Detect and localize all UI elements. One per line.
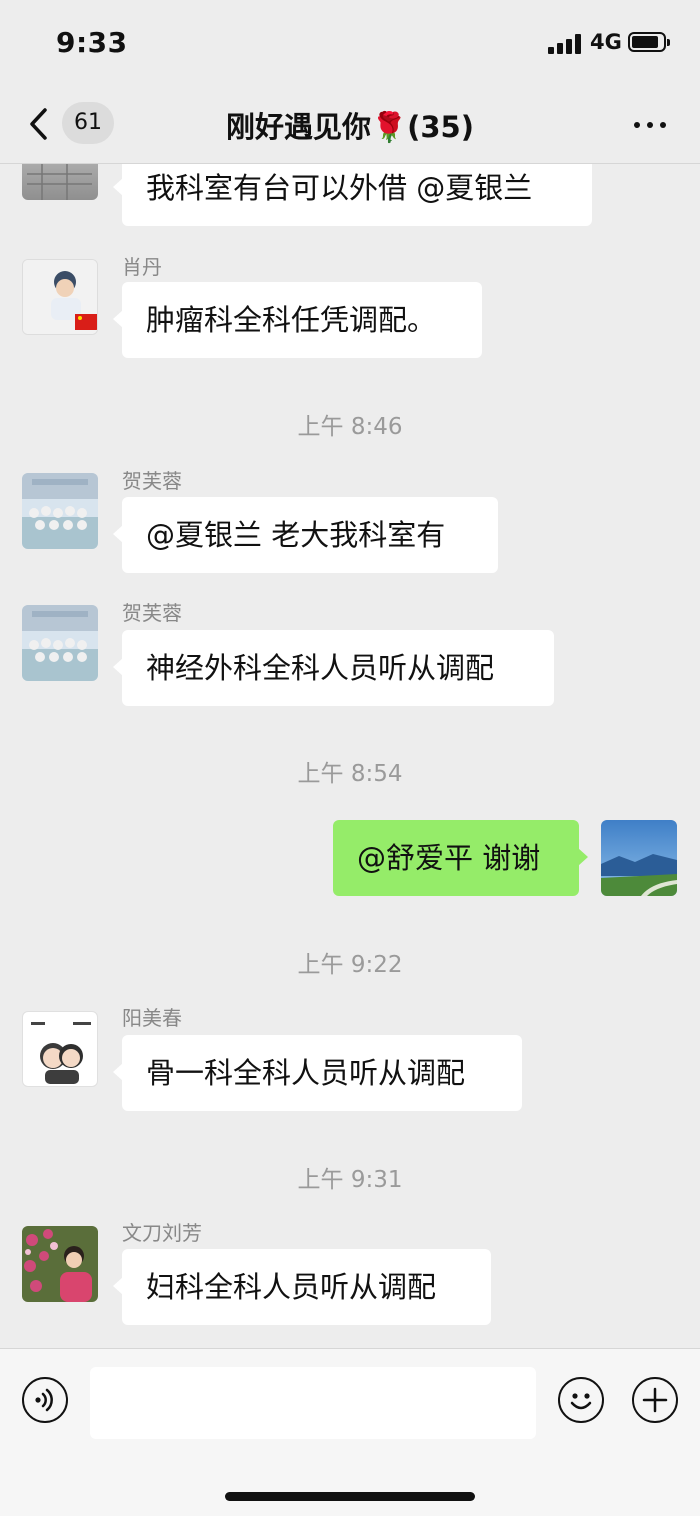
emoji-button[interactable] — [558, 1377, 604, 1423]
status-time: 9:33 — [56, 26, 128, 59]
status-bar: 9:33 4G — [0, 0, 700, 86]
more-button[interactable] — [628, 106, 672, 140]
timestamp: 上午 8:54 — [297, 761, 403, 787]
emoji-icon — [570, 1393, 592, 1410]
signal-icon — [548, 34, 582, 54]
message-bubble[interactable]: 神经外科全科人员听从调配 — [113, 630, 554, 706]
battery-icon — [628, 32, 670, 52]
message-input[interactable] — [90, 1367, 536, 1439]
avatar[interactable] — [22, 1226, 98, 1302]
avatar[interactable] — [22, 605, 98, 681]
avatar[interactable] — [22, 1011, 98, 1087]
voice-icon — [35, 1388, 53, 1412]
timestamp: 上午 9:31 — [297, 1167, 403, 1193]
avatar[interactable] — [22, 164, 98, 200]
message-bubble[interactable]: 骨一科全科人员听从调配 — [113, 1035, 522, 1111]
avatar[interactable] — [22, 259, 98, 335]
chat-header: 61 刚好遇见你🌹(35) — [0, 86, 700, 164]
timestamp: 上午 8:46 — [297, 414, 403, 440]
sender-name: 文刀刘芳 — [122, 1221, 202, 1245]
chat-title: 刚好遇见你🌹(35) — [226, 110, 474, 144]
sender-name: 肖丹 — [122, 255, 162, 279]
voice-button[interactable] — [22, 1377, 68, 1423]
sender-name: 贺芙蓉 — [122, 601, 182, 625]
input-toolbar — [0, 1348, 700, 1516]
avatar[interactable] — [22, 473, 98, 549]
network-type: 4G — [590, 30, 622, 54]
my-message-bubble[interactable]: @舒爱平 谢谢 — [333, 820, 588, 896]
my-avatar[interactable] — [601, 820, 677, 896]
timestamp: 上午 9:22 — [297, 952, 403, 978]
message-bubble[interactable]: @夏银兰 老大我科室有 — [113, 497, 498, 573]
home-indicator — [225, 1492, 475, 1501]
message-bubble[interactable]: 肿瘤科全科任凭调配。 — [113, 282, 482, 358]
sender-name: 阳美春 — [122, 1006, 182, 1030]
message-bubble[interactable]: 妇科全科人员听从调配 — [113, 1249, 491, 1325]
add-button[interactable] — [632, 1377, 678, 1423]
sender-name: 贺芙蓉 — [122, 469, 182, 493]
plus-icon — [642, 1387, 668, 1413]
message-list[interactable]: 我科室有台可以外借 @夏银兰 肖丹 肿瘤科全科任凭调配。 上午 8:46 贺芙蓉… — [0, 164, 700, 1348]
message-bubble[interactable]: 我科室有台可以外借 @夏银兰 — [113, 164, 592, 226]
